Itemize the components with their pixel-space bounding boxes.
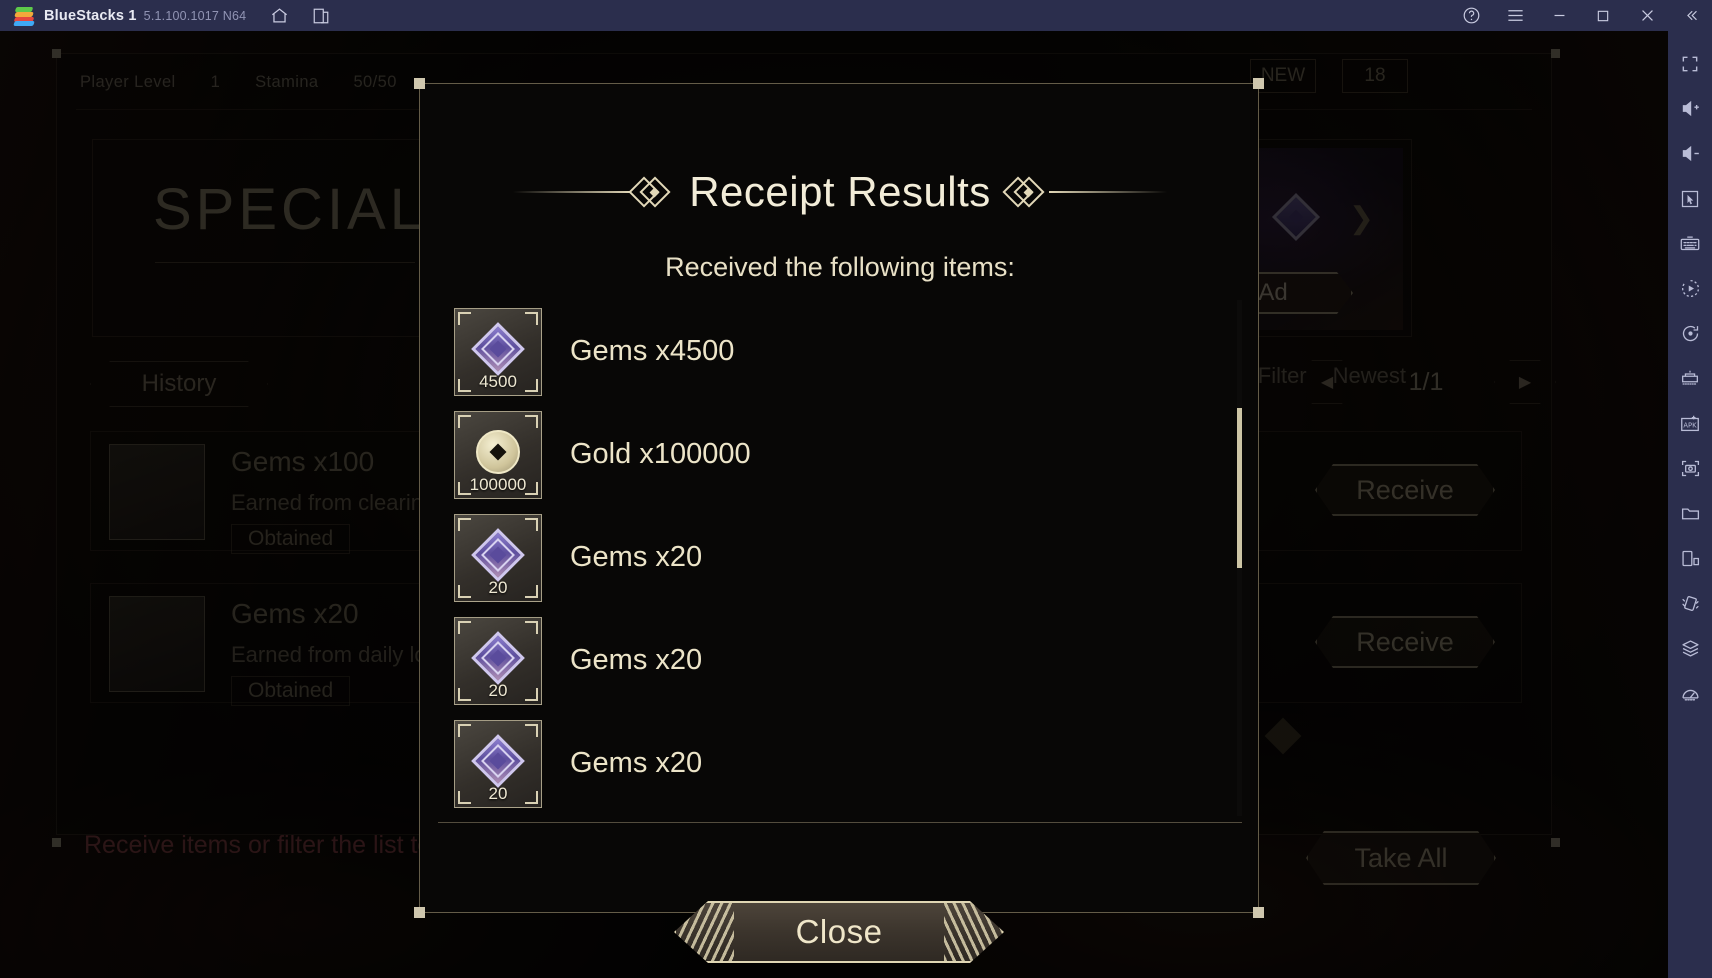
bluestacks-logo-icon — [13, 6, 35, 26]
volume-down-icon[interactable] — [1670, 131, 1710, 176]
gem-icon — [471, 733, 525, 788]
install-apk-icon[interactable]: APK — [1670, 401, 1710, 446]
media-folder-icon[interactable] — [1670, 491, 1710, 536]
scrollbar-thumb[interactable] — [1237, 408, 1242, 568]
item-list-inner: 4500 Gems x4500 100000 Gold x100000 20 Gems x… — [438, 300, 1242, 815]
help-icon[interactable] — [1456, 1, 1486, 31]
rotate-icon[interactable] — [1670, 311, 1710, 356]
dialog-corner — [1253, 907, 1264, 918]
screenshot-icon[interactable] — [1670, 446, 1710, 491]
item-label: Gold x100000 — [570, 438, 751, 470]
fullscreen-icon[interactable] — [1670, 41, 1710, 86]
bluestacks-sidebar: APK — [1668, 31, 1712, 978]
game-controls-icon[interactable] — [1670, 356, 1710, 401]
dialog-corner — [1253, 78, 1264, 89]
multi-instance-icon[interactable] — [306, 1, 336, 31]
item-quantity: 4500 — [479, 371, 517, 391]
keyboard-controls-icon[interactable] — [1670, 221, 1710, 266]
svg-text:APK: APK — [1683, 421, 1697, 429]
dialog-title: Receipt Results — [689, 168, 991, 215]
gem-icon — [471, 527, 525, 582]
received-items-list[interactable]: 4500 Gems x4500 100000 Gold x100000 20 Gems x… — [438, 300, 1242, 816]
minimize-icon[interactable] — [1544, 1, 1574, 31]
received-item-row: 20 Gems x20 — [438, 609, 1242, 712]
dialog-subtitle: Received the following items: — [665, 252, 1015, 282]
item-label: Gems x20 — [570, 644, 703, 676]
receipt-results-dialog: Receipt Results Received the following i… — [414, 78, 1264, 913]
game-viewport: Player Level 1 Stamina 50/50 NEW 18 SPEC… — [0, 31, 1668, 978]
received-item-row: 4500 Gems x4500 — [438, 300, 1242, 403]
item-quantity: 20 — [488, 577, 508, 597]
item-slot[interactable]: 20 — [454, 616, 542, 705]
received-item-row: 100000 Gold x100000 — [438, 403, 1242, 506]
item-label: Gems x4500 — [570, 335, 735, 367]
item-quantity: 20 — [488, 783, 508, 803]
received-item-row: 20 Gems x20 — [438, 506, 1242, 609]
screen-share-icon[interactable] — [1670, 536, 1710, 581]
ornament-left-icon — [513, 176, 675, 208]
menu-icon[interactable] — [1500, 1, 1530, 31]
dialog-divider — [438, 822, 1242, 823]
item-slot[interactable]: 20 — [454, 719, 542, 808]
close-icon[interactable] — [1632, 1, 1662, 31]
cursor-icon[interactable] — [1670, 176, 1710, 221]
collapse-icon[interactable] — [1676, 1, 1706, 31]
ornament-right-icon — [1002, 176, 1167, 208]
dialog-corner — [414, 907, 425, 918]
maximize-icon[interactable] — [1588, 1, 1618, 31]
bluestacks-window: BlueStacks 1 5.1.100.1017 N64 Receipt Re… — [0, 0, 1712, 978]
volume-up-icon[interactable] — [1670, 86, 1710, 131]
dialog-corner — [414, 78, 425, 89]
app-version: 5.1.100.1017 N64 — [143, 8, 247, 23]
item-label: Gems x20 — [570, 747, 703, 779]
item-slot[interactable]: 100000 — [454, 410, 542, 499]
item-quantity: 100000 — [469, 474, 527, 494]
titlebar: BlueStacks 1 5.1.100.1017 N64 — [0, 0, 1712, 31]
gold-icon — [473, 427, 523, 477]
item-slot[interactable]: 4500 — [454, 307, 542, 396]
app-name: BlueStacks 1 — [44, 7, 137, 24]
item-label: Gems x20 — [570, 541, 703, 573]
macro-record-icon[interactable] — [1670, 266, 1710, 311]
shake-icon[interactable] — [1670, 581, 1710, 626]
multi-layer-icon[interactable] — [1670, 626, 1710, 671]
performance-gauge-icon[interactable] — [1670, 671, 1710, 716]
close-button[interactable]: Close — [674, 901, 1004, 963]
close-button-label: Close — [795, 913, 883, 950]
gem-icon — [471, 630, 525, 685]
scrollbar-track[interactable] — [1237, 300, 1242, 816]
home-icon[interactable] — [264, 1, 294, 31]
gem-icon — [471, 321, 525, 376]
dialog-header: Receipt Results — [420, 162, 1260, 222]
received-item-row: 20 Gems x20 — [438, 712, 1242, 815]
item-quantity: 20 — [488, 680, 508, 700]
item-slot[interactable]: 20 — [454, 513, 542, 602]
